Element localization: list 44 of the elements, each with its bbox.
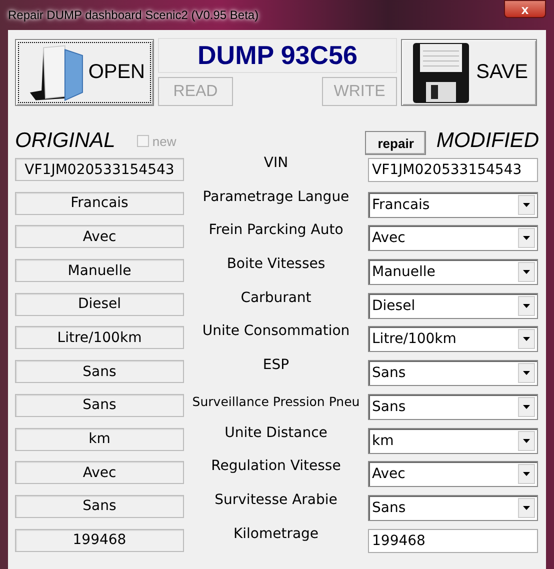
original-value: Avec [15,461,184,484]
field-label: VIN [262,155,290,171]
field-label: Kilometrage [232,526,320,542]
field-label: Boite Vitesses [226,256,326,272]
field-label: Parametrage Langue [202,188,350,205]
value-dropdown[interactable]: Francais [368,192,538,218]
field-label: Unite Consommation [201,323,351,340]
original-value: Avec [15,225,184,248]
original-value: Sans [15,360,184,384]
original-value: VF1JM020533154543 [15,158,184,181]
original-value: Sans [15,494,184,518]
original-value: Manuelle [15,259,184,282]
original-value: Francais [15,192,184,215]
value-dropdown[interactable]: Sans [368,494,538,521]
original-value: km [15,428,184,450]
value-dropdown[interactable]: Manuelle [368,259,538,286]
dump-title: DUMP 93C56 [158,38,397,73]
value-dropdown[interactable]: Litre/100km [368,326,538,352]
field-label: Surveillance Pression Pneu [191,394,361,409]
save-button[interactable]: SAVE [401,39,537,106]
original-value: 199468 [15,528,184,552]
field-label: Regulation Vitesse [210,458,342,474]
value-input-field[interactable]: VF1JM020533154543 [368,158,538,182]
value-dropdown[interactable]: Avec [368,461,538,488]
value-dropdown[interactable]: km [368,428,538,454]
original-heading: ORIGINAL [15,129,116,153]
repair-button[interactable]: repair [365,131,426,155]
close-button[interactable]: x [504,0,546,18]
original-value: Diesel [15,292,184,316]
value-dropdown[interactable]: Sans [368,394,538,420]
original-value: Litre/100km [15,326,184,350]
field-label: Unite Distance [224,424,328,440]
field-label: Survitesse Arabie [214,492,338,508]
value-dropdown[interactable]: Avec [368,225,538,252]
window-title: Repair DUMP dashboard Scenic2 (V0.95 Beta) [8,8,259,22]
value-dropdown[interactable]: Diesel [368,292,538,319]
value-input-field[interactable]: 199468 [368,528,538,553]
modified-heading: MODIFIED [436,129,539,153]
open-button[interactable]: OPEN [15,39,154,106]
original-value: Sans [15,394,184,417]
value-dropdown[interactable]: Sans [368,360,538,386]
field-label: Frein Parcking Auto [208,222,344,238]
field-label: ESP [262,357,290,374]
field-label: Carburant [240,290,312,306]
